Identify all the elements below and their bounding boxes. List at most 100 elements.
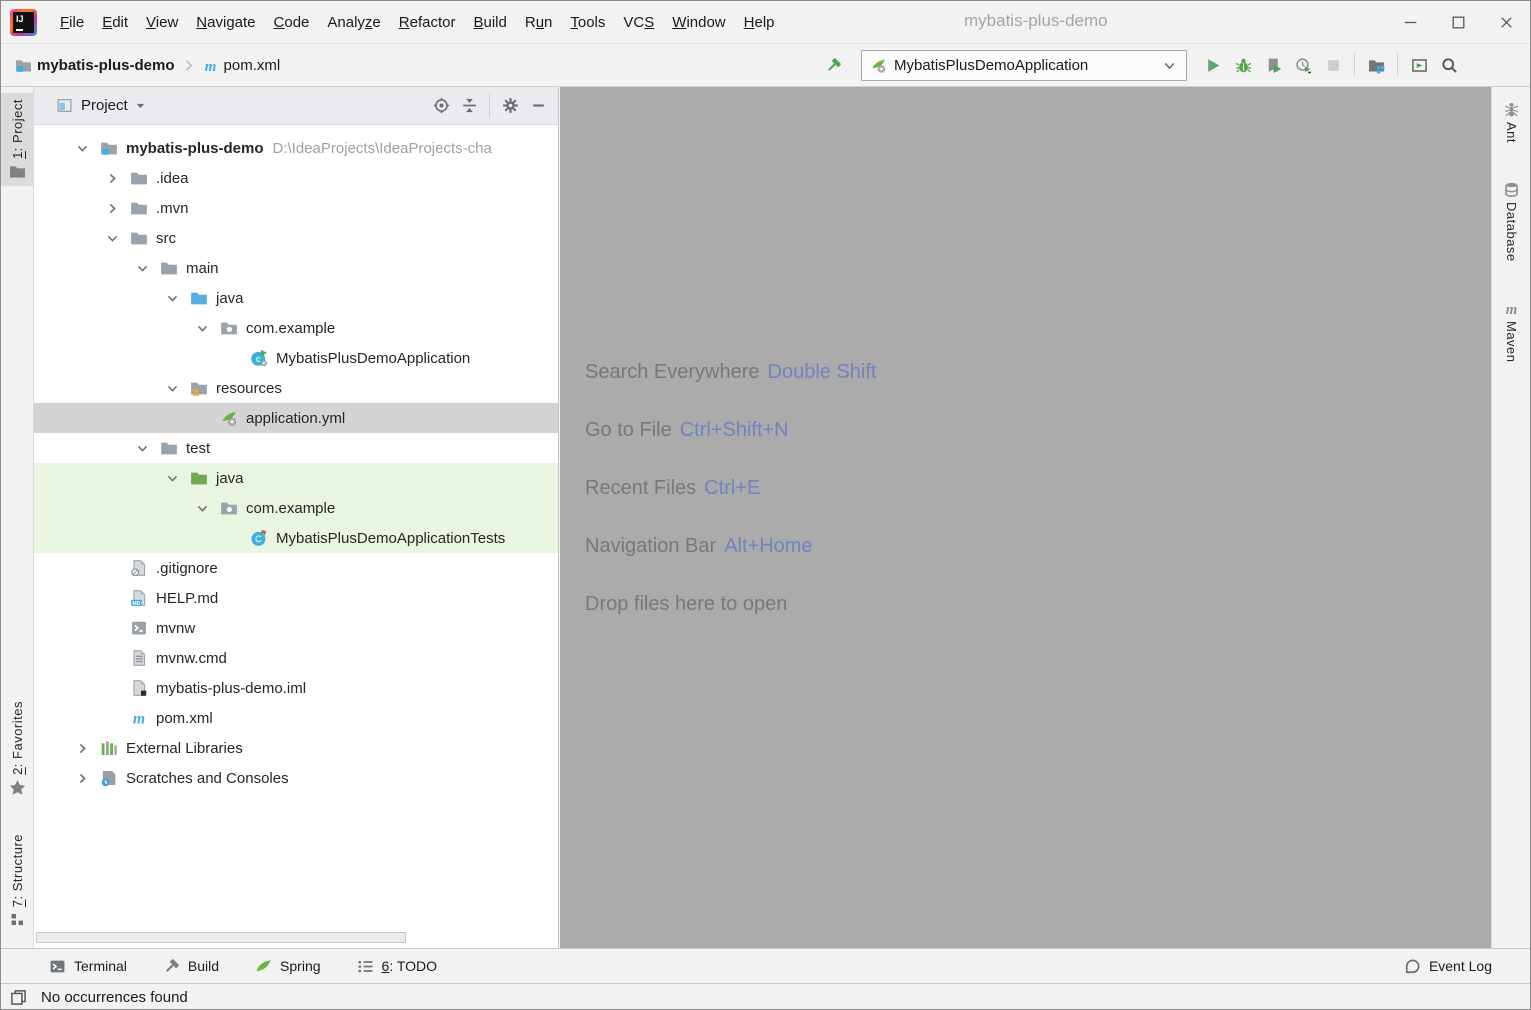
spring-boot-icon — [870, 57, 887, 74]
chevron-down-icon[interactable] — [164, 380, 190, 397]
tree-row-src[interactable]: src — [34, 223, 558, 253]
svg-text:c: c — [256, 354, 261, 365]
tree-row-.mvn[interactable]: .mvn — [34, 193, 558, 223]
folder-resources-icon — [190, 379, 209, 397]
menu-run[interactable]: Run — [516, 9, 562, 36]
menu-refactor[interactable]: Refactor — [390, 9, 465, 36]
tree-row-mybatis-plus-demo.iml[interactable]: mybatis-plus-demo.iml — [34, 673, 558, 703]
menu-tools[interactable]: Tools — [561, 9, 614, 36]
tree-row-External Libraries[interactable]: External Libraries — [34, 733, 558, 763]
spring-leaf-icon — [255, 958, 272, 975]
menu-build[interactable]: Build — [464, 9, 515, 36]
chevron-right-icon[interactable] — [104, 170, 130, 187]
menu-file[interactable]: File — [51, 9, 93, 36]
tree-row-com.example[interactable]: com.example — [34, 313, 558, 343]
menu-help[interactable]: Help — [735, 9, 784, 36]
tool-window-button-build[interactable]: Build — [163, 958, 219, 975]
chevron-down-icon[interactable] — [194, 320, 220, 337]
toolbar-left — [818, 44, 848, 86]
chevron-right-icon[interactable] — [74, 740, 100, 757]
tree-row-mvnw.cmd[interactable]: mvnw.cmd — [34, 643, 558, 673]
tool-window-toggle-icon[interactable] — [10, 989, 27, 1006]
debug-button[interactable] — [1228, 50, 1258, 80]
menu-code[interactable]: Code — [265, 9, 319, 36]
profiler-button[interactable] — [1288, 50, 1318, 80]
close-button[interactable] — [1482, 1, 1530, 44]
tool-window-button-terminal[interactable]: Terminal — [49, 958, 127, 975]
hint-label: Go to File — [585, 419, 672, 442]
tree-row-.idea[interactable]: .idea — [34, 163, 558, 193]
dropdown-arrow-icon[interactable] — [132, 97, 149, 114]
tool-window-bar: Terminal Build Spring 6: TODO Event Log — [1, 948, 1530, 983]
maximize-button[interactable] — [1434, 1, 1482, 44]
breadcrumb-project[interactable]: mybatis-plus-demo — [37, 57, 175, 74]
horizontal-scrollbar[interactable] — [36, 932, 406, 943]
minimize-button[interactable] — [1386, 1, 1434, 44]
chevron-right-icon[interactable] — [74, 770, 100, 787]
run-anything-button[interactable] — [1404, 50, 1434, 80]
tree-row-java[interactable]: java — [34, 463, 558, 493]
chevron-down-icon[interactable] — [164, 290, 190, 307]
tree-row-mybatis-plus-demo[interactable]: mybatis-plus-demoD:\IdeaProjects\IdeaPro… — [34, 133, 558, 163]
menu-window[interactable]: Window — [663, 9, 734, 36]
chevron-down-icon[interactable] — [164, 470, 190, 487]
tree-label: mvnw — [156, 620, 195, 637]
tree-row-pom.xml[interactable]: mpom.xml — [34, 703, 558, 733]
tool-window-button-spring[interactable]: Spring — [255, 958, 320, 975]
win-max-icon — [1450, 14, 1467, 31]
menu-view[interactable]: View — [137, 9, 187, 36]
hint-shortcut: Ctrl+E — [704, 477, 760, 500]
class-spring-boot-icon: c — [250, 349, 269, 367]
menu-edit[interactable]: Edit — [93, 9, 137, 36]
tool-window-button-6-todo[interactable]: 6: TODO — [357, 958, 438, 975]
hide-panel-button[interactable] — [524, 92, 552, 120]
chevron-down-icon[interactable] — [134, 260, 160, 277]
stop-icon — [1325, 57, 1342, 74]
chevron-right-icon[interactable] — [104, 200, 130, 217]
svg-text:m: m — [1506, 301, 1518, 316]
chevron-down-icon[interactable] — [74, 140, 100, 157]
run-configuration-select[interactable]: MybatisPlusDemoApplication — [861, 50, 1187, 81]
run-with-coverage-button[interactable] — [1258, 50, 1288, 80]
stop-button[interactable] — [1318, 50, 1348, 80]
tool-button-label: 1: Project — [10, 99, 25, 159]
tree-row-java[interactable]: java — [34, 283, 558, 313]
tree-row-com.example[interactable]: com.example — [34, 493, 558, 523]
menu-vcs[interactable]: VCS — [614, 9, 663, 36]
hint-label: Navigation Bar — [585, 535, 716, 558]
tree-row-HELP.md[interactable]: MDHELP.md — [34, 583, 558, 613]
run-button[interactable] — [1198, 50, 1228, 80]
tool-button-database[interactable]: Database — [1491, 175, 1531, 268]
chevron-down-icon[interactable] — [194, 500, 220, 517]
collapse-all-button[interactable] — [455, 92, 483, 120]
tree-row-test[interactable]: test — [34, 433, 558, 463]
tree-row-application.yml[interactable]: application.yml — [34, 403, 558, 433]
project-structure-button[interactable] — [1361, 50, 1391, 80]
tool-button-2-favorites[interactable]: 2: Favorites — [1, 695, 34, 802]
project-view-title[interactable]: Project — [81, 97, 128, 114]
settings-button[interactable] — [496, 92, 524, 120]
tree-row-.gitignore[interactable]: .gitignore — [34, 553, 558, 583]
chevron-down-icon[interactable] — [134, 440, 160, 457]
build-project-button[interactable] — [818, 50, 848, 80]
breadcrumb-file[interactable]: pom.xml — [224, 57, 281, 74]
tree-row-MybatisPlusDemoApplicationTests[interactable]: CMybatisPlusDemoApplicationTests — [34, 523, 558, 553]
menu-navigate[interactable]: Navigate — [187, 9, 264, 36]
search-everywhere-button[interactable] — [1434, 50, 1464, 80]
tree-label: resources — [216, 380, 282, 397]
locate-file-button[interactable] — [427, 92, 455, 120]
tree-row-main[interactable]: main — [34, 253, 558, 283]
tool-button-maven[interactable]: mMaven — [1491, 294, 1531, 369]
event-log-button[interactable]: Event Log — [1404, 958, 1492, 975]
chevron-down-icon[interactable] — [104, 230, 130, 247]
tool-button-ant[interactable]: Ant — [1491, 95, 1531, 149]
tree-label: MybatisPlusDemoApplication — [276, 350, 470, 367]
tree-row-mvnw[interactable]: mvnw — [34, 613, 558, 643]
tree-row-MybatisPlusDemoApplication[interactable]: c MybatisPlusDemoApplication — [34, 343, 558, 373]
tool-button-7-structure[interactable]: 7: Structure — [1, 828, 34, 934]
tree-row-resources[interactable]: resources — [34, 373, 558, 403]
menu-analyze[interactable]: Analyze — [318, 9, 389, 36]
tree-row-Scratches and Consoles[interactable]: Scratches and Consoles — [34, 763, 558, 793]
tool-button-1-project[interactable]: 1: Project — [1, 93, 34, 186]
event-log-icon — [1404, 958, 1421, 975]
